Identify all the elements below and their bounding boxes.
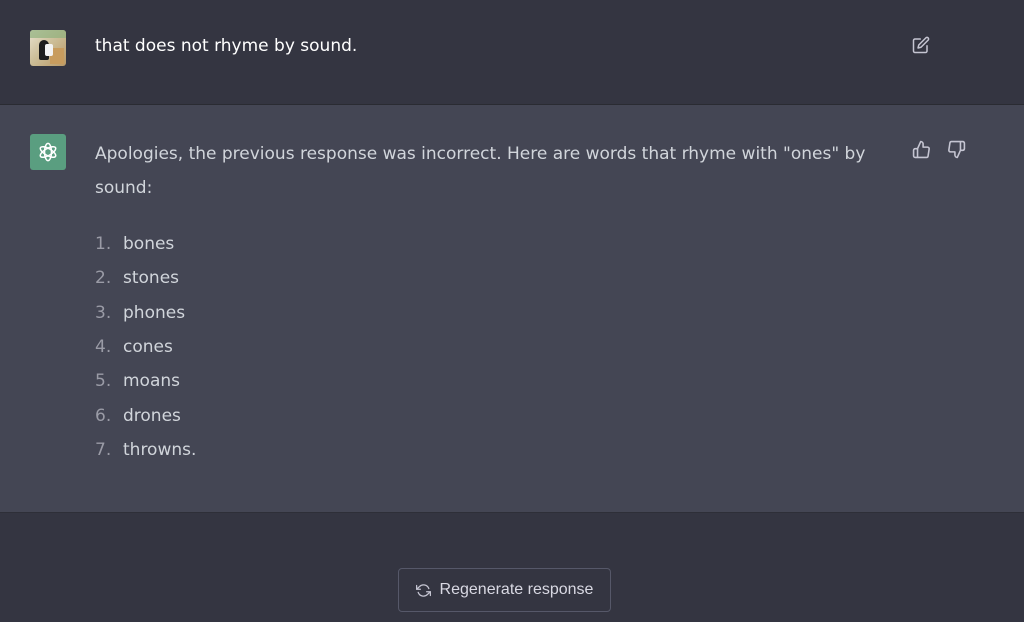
assistant-intro-text: Apologies, the previous response was inc… bbox=[95, 144, 866, 198]
openai-logo-icon bbox=[39, 142, 57, 162]
thumbs-up-button[interactable] bbox=[911, 139, 931, 159]
refresh-icon bbox=[415, 583, 431, 597]
regenerate-response-button[interactable]: Regenerate response bbox=[398, 568, 611, 612]
list-item: 3. phones bbox=[95, 302, 186, 323]
assistant-message: Apologies, the previous response was inc… bbox=[95, 137, 895, 467]
list-item: 2. stones bbox=[95, 268, 180, 289]
edit-message-button[interactable] bbox=[911, 35, 931, 55]
user-avatar bbox=[30, 30, 66, 66]
user-message-row: that does not rhyme by sound. bbox=[0, 0, 1024, 105]
list-item: 5. moans bbox=[95, 371, 181, 392]
thumbs-down-button[interactable] bbox=[946, 139, 966, 159]
assistant-avatar bbox=[30, 134, 66, 170]
regenerate-label: Regenerate response bbox=[439, 581, 594, 598]
list-item: 4. cones bbox=[95, 337, 173, 358]
list-item: 7. throwns. bbox=[95, 439, 197, 460]
edit-icon bbox=[912, 36, 930, 54]
thumbs-down-icon bbox=[947, 140, 965, 158]
thumbs-up-icon bbox=[912, 140, 930, 158]
list-item: 1. bones bbox=[95, 234, 175, 255]
list-item: 6. drones bbox=[95, 405, 181, 426]
rhyme-list: 1. bones 2. stones 3. phones 4. cones 5. moan… bbox=[95, 227, 895, 467]
user-message-text: that does not rhyme by sound. bbox=[95, 36, 358, 56]
